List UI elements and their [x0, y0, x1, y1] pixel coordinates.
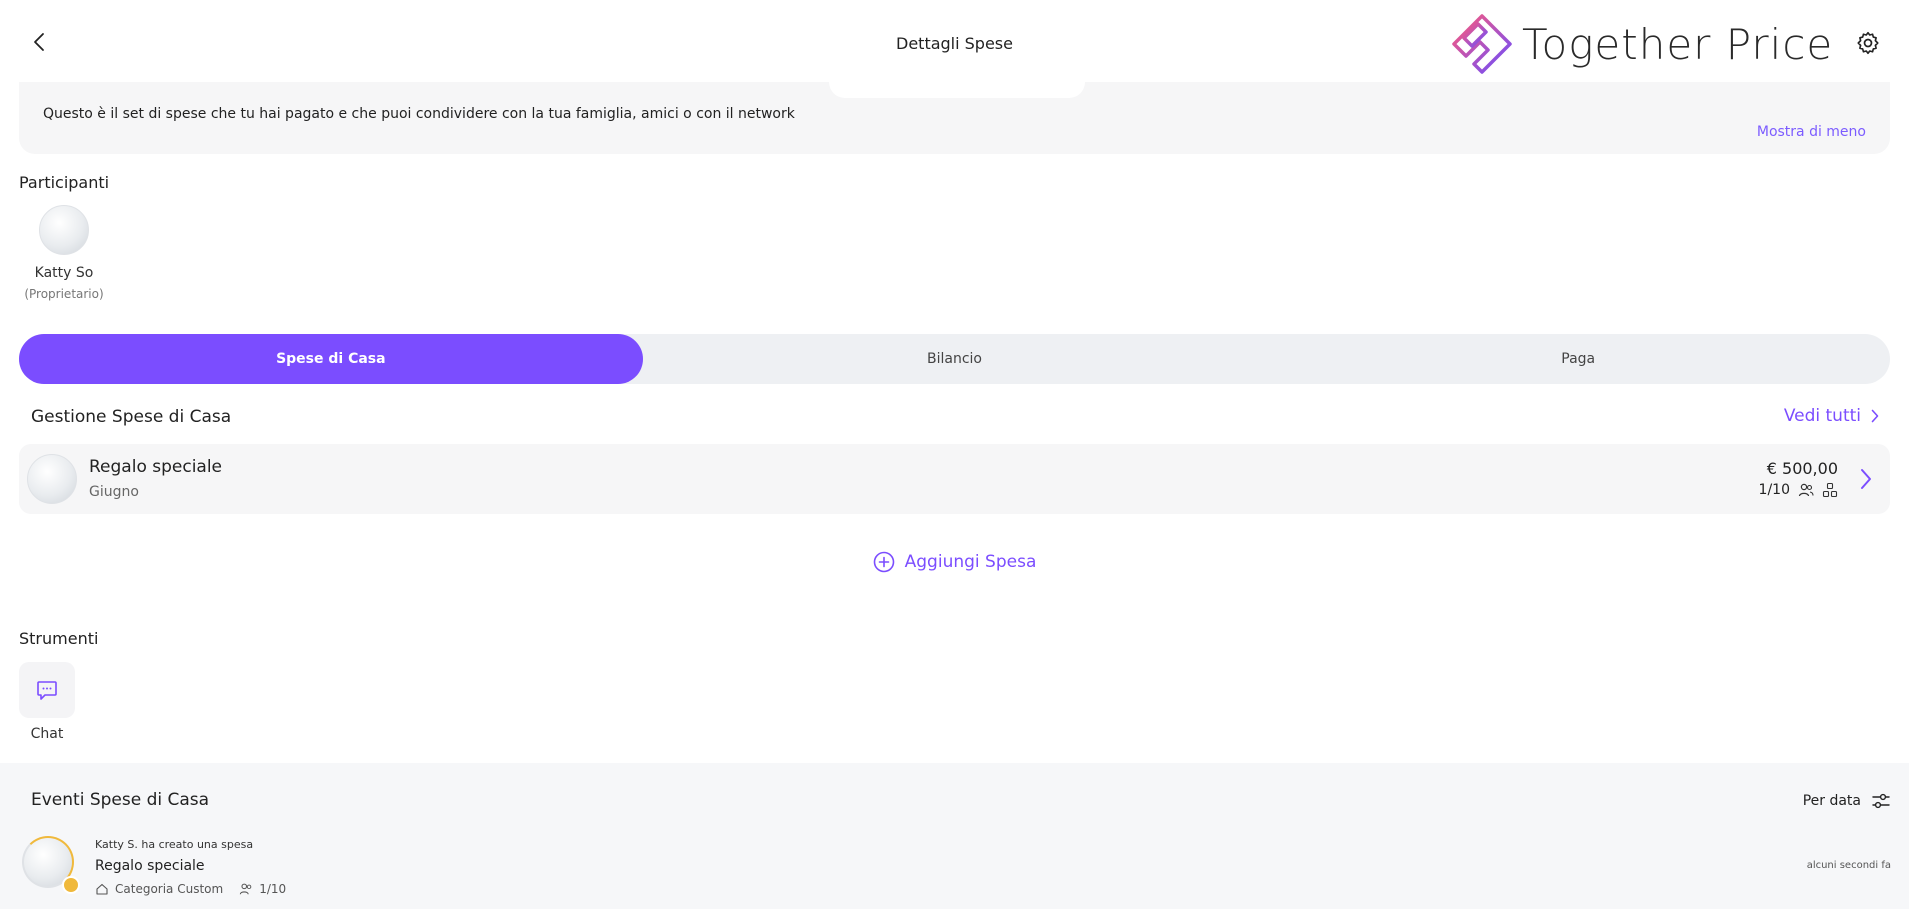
see-all-link[interactable]: Vedi tutti — [1784, 406, 1879, 426]
expense-name: Regalo speciale — [89, 457, 223, 477]
tab-spese-di-casa[interactable]: Spese di Casa — [19, 334, 643, 384]
plus-circle-icon — [873, 551, 894, 573]
brand-logo: Together Price — [1450, 12, 1833, 76]
description-card: Questo è il set di spese che tu hai paga… — [19, 82, 1890, 154]
expense-amount: € 500,00 — [1766, 459, 1838, 478]
show-less-link[interactable]: Mostra di meno — [1757, 124, 1866, 140]
tab-bar: Spese di Casa Bilancio Paga — [19, 334, 1890, 384]
chat-tool-box — [19, 662, 75, 718]
chevron-right-icon — [1861, 469, 1871, 489]
users-icon — [239, 883, 252, 895]
participant-role: (Proprietario) — [24, 287, 104, 301]
event-name: Regalo speciale — [95, 858, 205, 874]
tools-label: Strumenti — [19, 629, 99, 648]
settings-button[interactable] — [1855, 30, 1883, 58]
description-text: Questo è il set di spese che tu hai paga… — [43, 106, 795, 122]
avatar — [39, 205, 89, 255]
add-expense-label: Aggiungi Spesa — [904, 552, 1037, 572]
participants-label: Participanti — [19, 173, 110, 192]
brand-logo-text: Together Price — [1522, 19, 1834, 69]
expense-participants-count: 1/10 — [1758, 482, 1790, 498]
sort-by-date-button[interactable]: Per data — [1803, 791, 1891, 811]
event-avatar — [22, 836, 80, 894]
filter-sliders-icon — [1872, 793, 1890, 809]
group-structure-icon — [1822, 482, 1838, 498]
events-section: Eventi Spese di Casa Per data Katty S. h… — [0, 763, 1909, 909]
expense-avatar — [27, 454, 77, 504]
description-notch — [829, 82, 1085, 98]
event-participants: 1/10 — [259, 882, 287, 896]
sort-label: Per data — [1802, 793, 1861, 809]
event-category: Categoria Custom — [115, 882, 224, 896]
chat-icon — [37, 681, 57, 700]
home-icon — [96, 883, 108, 895]
users-icon — [1798, 483, 1814, 497]
tab-bilancio[interactable]: Bilancio — [643, 334, 1267, 384]
expense-row[interactable]: Regalo speciale Giugno € 500,00 1/10 — [19, 444, 1890, 514]
gear-icon — [1857, 31, 1879, 55]
add-expense-button[interactable]: Aggiungi Spesa — [0, 551, 1909, 573]
category-badge-icon — [62, 876, 80, 894]
chevron-right-icon — [1871, 409, 1879, 423]
top-header: Dettagli Spese Together Price — [0, 0, 1909, 82]
see-all-label: Vedi tutti — [1783, 406, 1861, 426]
event-time: alcuni secondi fa — [1806, 860, 1891, 871]
chat-tool-button[interactable]: Chat — [19, 662, 75, 742]
management-title: Gestione Spese di Casa — [31, 407, 232, 427]
participant-item[interactable]: Katty So (Proprietario) — [19, 205, 109, 301]
app-root: Dettagli Spese Together Price Questo è i… — [0, 0, 1909, 909]
event-actor-text: Katty S. ha creato una spesa — [95, 838, 254, 851]
participant-name: Katty So — [34, 265, 94, 281]
expense-period: Giugno — [89, 484, 139, 500]
together-price-logo-icon — [1452, 14, 1512, 74]
event-tags: Categoria Custom 1/10 — [95, 882, 286, 896]
tab-paga[interactable]: Paga — [1266, 334, 1890, 384]
events-title: Eventi Spese di Casa — [31, 790, 210, 810]
expense-meta: 1/10 — [1759, 482, 1838, 498]
chat-tool-label: Chat — [30, 726, 64, 742]
